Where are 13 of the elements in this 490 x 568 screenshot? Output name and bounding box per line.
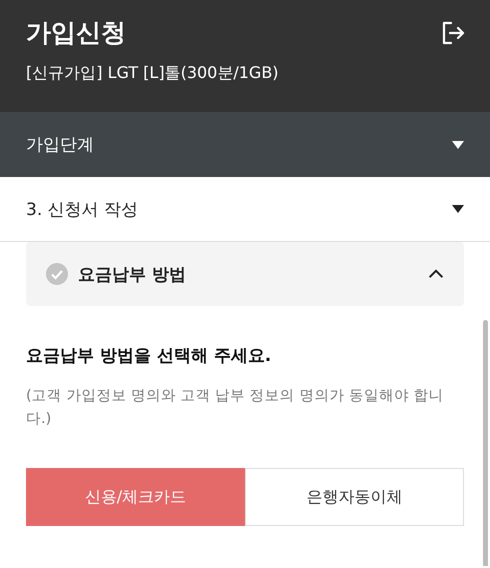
step-header[interactable]: 가입단계 xyxy=(0,112,490,177)
payment-option-button[interactable]: 은행자동이체 xyxy=(245,468,464,526)
dropdown-triangle-icon xyxy=(452,140,464,148)
payment-note: (고객 가입정보 명의와 고객 납부 정보의 명의가 동일해야 합니다.) xyxy=(26,387,445,430)
page-title: 가입신청 xyxy=(26,17,127,49)
payment-prompt: 요금납부 방법을 선택해 주세요. xyxy=(26,345,272,367)
payment-method-header[interactable]: 요금납부 방법 xyxy=(26,242,464,306)
section-title: 요금납부 방법 xyxy=(78,264,187,286)
product-subtitle: [신규가입] LGT [L]톨(300분/1GB) xyxy=(26,63,279,84)
scrollbar[interactable] xyxy=(483,320,488,566)
check-circle-icon xyxy=(46,263,68,285)
logout-icon[interactable] xyxy=(440,20,466,46)
dropdown-triangle-icon xyxy=(452,205,464,213)
